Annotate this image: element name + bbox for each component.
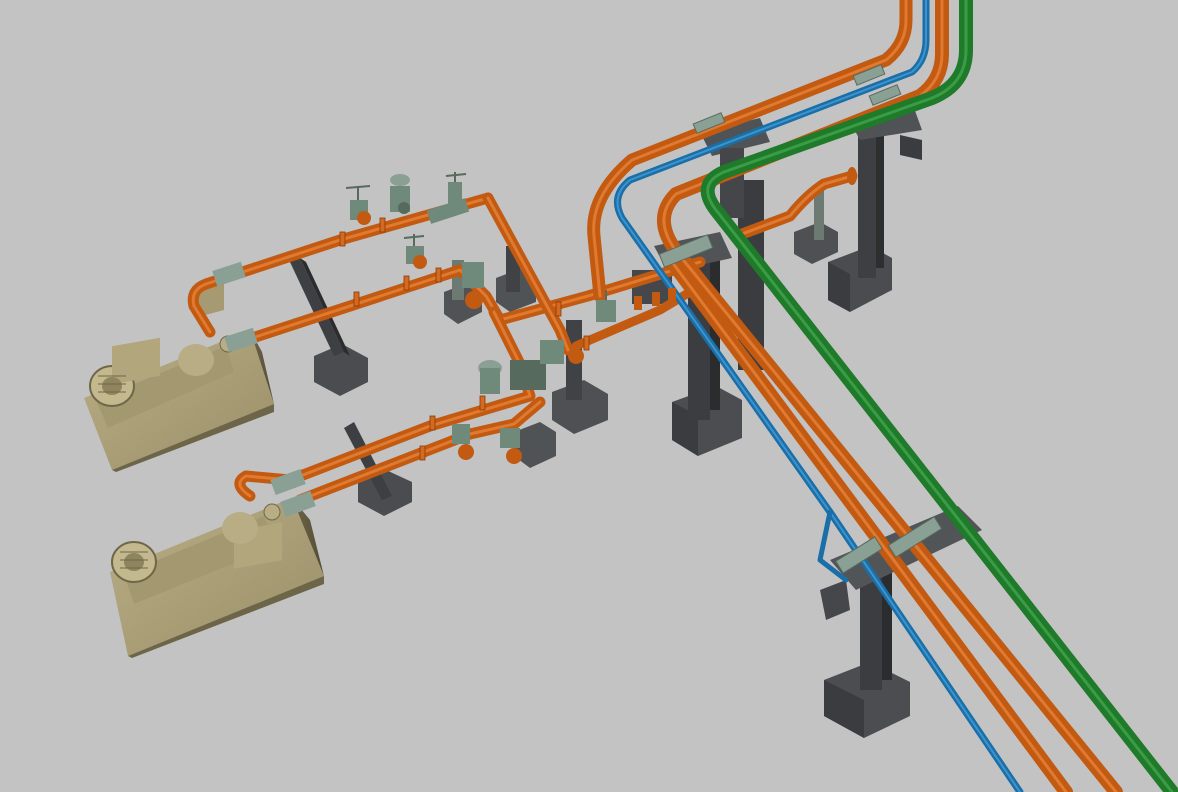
gate-valve-1[interactable] [345,185,371,225]
control-valve-2[interactable] [478,360,502,394]
gate-valve-6[interactable] [500,428,522,464]
valves[interactable] [212,172,676,517]
gate-valve-4[interactable] [403,234,427,269]
gate-valve-2[interactable] [390,174,410,214]
check-valve-1[interactable] [212,261,246,287]
pump-unit-2[interactable] [110,498,324,658]
pipe-cooling-main[interactable] [614,0,1024,792]
support-column-rear-right [828,108,922,312]
pipe-flanges [339,217,590,461]
process-piping[interactable] [187,0,1123,792]
piping-model [84,0,1178,792]
control-valve-1[interactable] [462,262,484,309]
cooling-water-piping[interactable] [614,0,1024,792]
3d-viewport[interactable] [0,0,1178,792]
check-valve-3[interactable] [270,469,306,495]
gate-valve-3[interactable] [426,172,470,224]
pump-unit-1[interactable] [84,283,274,472]
